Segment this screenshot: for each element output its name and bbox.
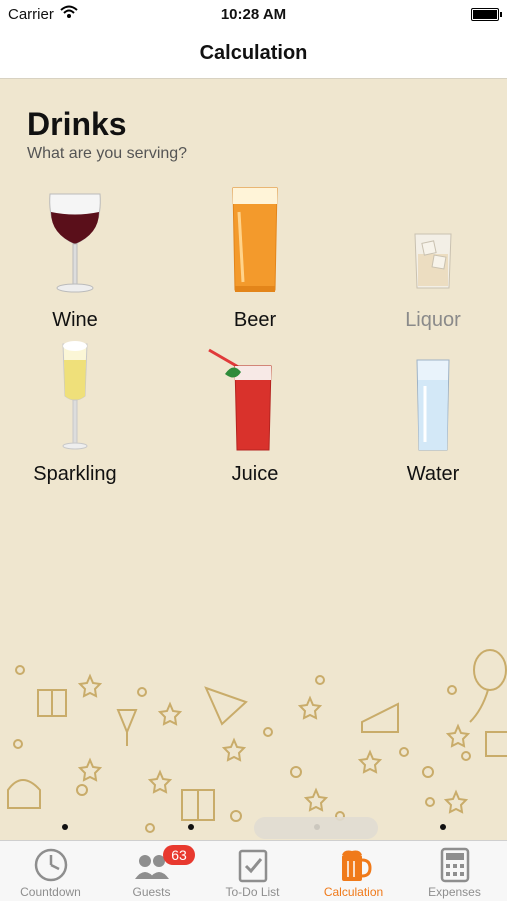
tab-label: To-Do List — [225, 885, 280, 899]
page-dot — [440, 824, 446, 830]
champagne-flute-icon — [62, 341, 88, 450]
tab-expenses[interactable]: Expenses — [404, 841, 505, 901]
drink-wine[interactable]: Wine — [15, 182, 135, 332]
water-glass-icon — [416, 359, 450, 451]
section-title: Drinks — [27, 106, 127, 142]
balloon-icon — [473, 649, 507, 691]
drink-juice[interactable]: Juice — [195, 336, 315, 486]
tab-label: Expenses — [428, 885, 481, 899]
tab-calculation[interactable]: Calculation — [303, 841, 404, 901]
section-subtitle: What are you serving? — [27, 145, 188, 162]
drink-label: Water — [406, 463, 460, 485]
drink-label: Liquor — [405, 309, 461, 331]
status-bar: Carrier 10:28 AM — [0, 0, 507, 28]
page-title: Calculation — [199, 42, 308, 64]
status-time: 10:28 AM — [220, 6, 287, 23]
juice-glass-icon — [208, 348, 272, 451]
checklist-icon — [238, 849, 268, 883]
page-dot — [188, 824, 194, 830]
party-hat-icon — [204, 686, 248, 726]
party-decoration — [7, 649, 507, 833]
drink-label: Wine — [52, 309, 98, 331]
drink-label: Juice — [231, 463, 279, 485]
guests-count-badge: 63 — [163, 845, 195, 865]
tab-countdown[interactable]: Countdown — [0, 841, 101, 901]
drink-sparkling[interactable]: Sparkling — [15, 336, 135, 486]
scroll-handle[interactable] — [254, 817, 378, 839]
beer-glass-icon — [232, 187, 278, 292]
tab-guests[interactable]: 63 Guests — [101, 841, 202, 901]
wine-glass-icon — [116, 709, 138, 735]
nav-bar: Calculation — [0, 28, 507, 79]
cake-icon — [361, 702, 399, 733]
tab-todo-list[interactable]: To-Do List — [202, 841, 303, 901]
tab-label: Calculation — [323, 885, 384, 899]
calculator-icon — [440, 847, 470, 883]
cake-icon — [7, 779, 41, 809]
drink-beer[interactable]: Beer — [195, 182, 315, 332]
beer-mug-icon — [342, 850, 372, 881]
drink-water[interactable]: Water — [373, 336, 493, 486]
liquor-glass-icon — [414, 233, 452, 289]
drink-label: Sparkling — [33, 463, 117, 485]
battery-icon — [471, 8, 502, 21]
drink-label: Beer — [233, 309, 277, 331]
tab-bar: Countdown 63 Guests To-Do List Calculati… — [0, 840, 507, 901]
page-dot — [62, 824, 68, 830]
wine-glass-icon — [49, 193, 101, 293]
tab-label: Countdown — [20, 885, 81, 899]
tab-label: Guests — [132, 885, 171, 899]
clock-icon — [34, 848, 68, 882]
drink-liquor[interactable]: Liquor — [373, 182, 493, 332]
